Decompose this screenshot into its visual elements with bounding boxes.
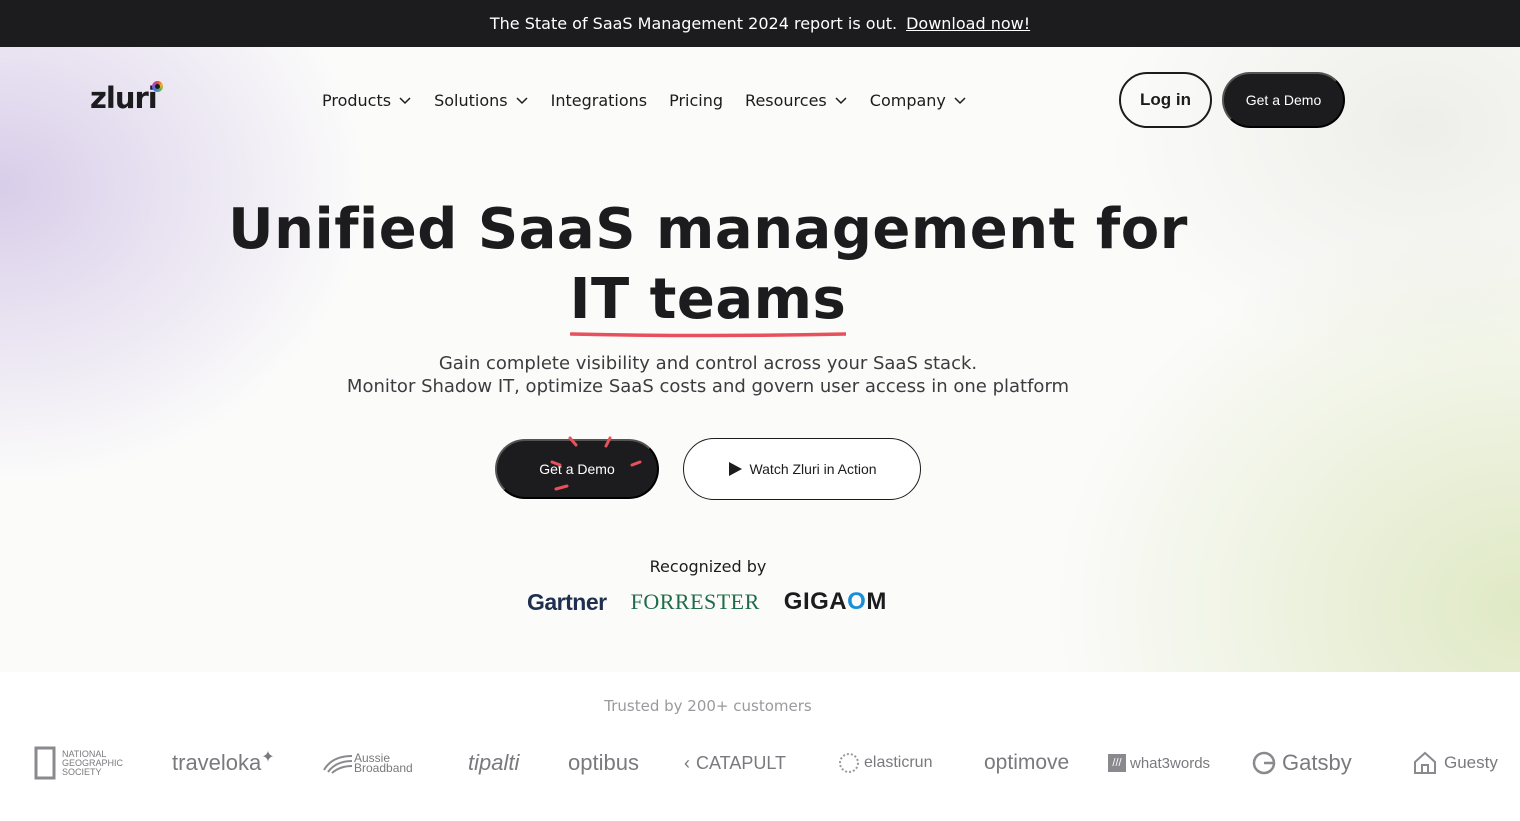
- headline-line1: Unified SaaS management for: [228, 197, 1188, 262]
- nav-label: Integrations: [550, 90, 648, 110]
- gatsby-icon: [1252, 751, 1276, 775]
- gatsby-label: Gatsby: [1282, 750, 1352, 775]
- nav-label: Company: [869, 90, 946, 110]
- customer-logo-traveloka: traveloka ✦: [172, 740, 275, 786]
- headline-line2: IT teams: [569, 267, 847, 332]
- headline-underline: [569, 332, 847, 338]
- logo-wordmark: zluri: [90, 81, 158, 115]
- nav-pricing[interactable]: Pricing: [669, 91, 723, 110]
- subtitle-line1: Gain complete visibility and control acr…: [438, 353, 978, 374]
- catapult-label: CATAPULT: [696, 752, 787, 773]
- headline-line2-wrap: IT teams: [569, 265, 847, 338]
- customer-logo-optibus: optibus: [568, 750, 639, 775]
- guesty-label: Guesty: [1444, 753, 1498, 772]
- hero-subtitle: Gain complete visibility and control acr…: [0, 352, 1416, 398]
- nav-resources[interactable]: Resources: [745, 91, 848, 110]
- bird-icon: ✦: [261, 749, 275, 766]
- chevron-down-icon: [835, 97, 847, 105]
- customer-logo-tipalti: tipalti: [468, 750, 520, 775]
- elasticrun-label: elasticrun: [864, 754, 933, 771]
- customer-logo-natgeo: NATIONAL GEOGRAPHIC SOCIETY: [34, 740, 126, 786]
- what3words-label: what3words: [1130, 754, 1211, 772]
- wave-icon: [323, 755, 353, 774]
- customer-logo-aussie: Aussie Broadband: [322, 740, 420, 786]
- customer-logos: NATIONAL GEOGRAPHIC SOCIETY traveloka ✦ …: [0, 740, 1520, 790]
- nav-solutions[interactable]: Solutions: [434, 91, 529, 110]
- announcement-text: The State of SaaS Management 2024 report…: [489, 14, 898, 33]
- nav-integrations[interactable]: Integrations: [551, 91, 648, 110]
- chevron-down-icon: [516, 97, 528, 105]
- house-icon: [1414, 751, 1436, 774]
- globe-icon: [839, 753, 859, 773]
- customer-logo-guesty: Guesty: [1412, 740, 1498, 786]
- trusted-heading: Trusted by 200+ customers: [604, 697, 812, 715]
- analyst-logos: Gartner FORRESTER GIGAOM: [527, 587, 887, 617]
- natgeo-frame-icon: [34, 746, 56, 780]
- gartner-logo: Gartner: [527, 588, 607, 615]
- customer-logo-elasticrun: elasticrun: [838, 740, 932, 786]
- play-icon: [729, 462, 743, 476]
- customer-logo-catapult: ‹ CATAPULT: [684, 740, 786, 786]
- subtitle-line2: Monitor Shadow IT, optimize SaaS costs a…: [346, 376, 1070, 397]
- hero-section: zluri Products Solutions Integrations Pr…: [0, 47, 1520, 672]
- get-demo-hero-button[interactable]: Get a Demo: [495, 439, 659, 499]
- nav-company[interactable]: Company: [870, 91, 967, 110]
- hero-headline: Unified SaaS management for IT teams: [0, 195, 1416, 338]
- zluri-logo[interactable]: zluri: [90, 80, 170, 116]
- nav-label: Resources: [745, 90, 827, 110]
- catapult-mark-icon: ‹: [684, 752, 690, 773]
- forrester-logo: FORRESTER: [630, 589, 760, 614]
- watch-demo-label: Watch Zluri in Action: [749, 461, 877, 477]
- natgeo-label: NATIONAL GEOGRAPHIC SOCIETY: [62, 748, 124, 777]
- chevron-down-icon: [954, 97, 966, 105]
- nav-label: Pricing: [669, 90, 724, 110]
- recognized-label: Recognized by: [649, 557, 767, 576]
- nav-products[interactable]: Products: [322, 91, 412, 110]
- traveloka-label: traveloka: [172, 750, 262, 775]
- nav-label: Solutions: [434, 90, 508, 110]
- nav-label: Products: [322, 90, 392, 110]
- watch-demo-button[interactable]: Watch Zluri in Action: [683, 438, 921, 500]
- download-link[interactable]: Download now!: [906, 14, 1030, 33]
- aussie-label: Aussie Broadband: [354, 751, 413, 775]
- customer-logo-what3words: /// what3words: [1108, 740, 1210, 786]
- customer-logo-gatsby: Gatsby: [1252, 740, 1352, 786]
- chevron-down-icon: [399, 97, 411, 105]
- customer-logo-optimove: optimove: [984, 751, 1070, 774]
- get-demo-header-button[interactable]: Get a Demo: [1222, 72, 1345, 128]
- logo-dot-icon: [152, 81, 163, 92]
- main-nav: Products Solutions Integrations Pricing …: [322, 87, 989, 113]
- announcement-bar: The State of SaaS Management 2024 report…: [0, 0, 1520, 47]
- gigaom-logo: GIGAOM: [783, 588, 887, 615]
- login-button[interactable]: Log in: [1119, 72, 1212, 128]
- what3words-slash-icon: ///: [1108, 754, 1126, 772]
